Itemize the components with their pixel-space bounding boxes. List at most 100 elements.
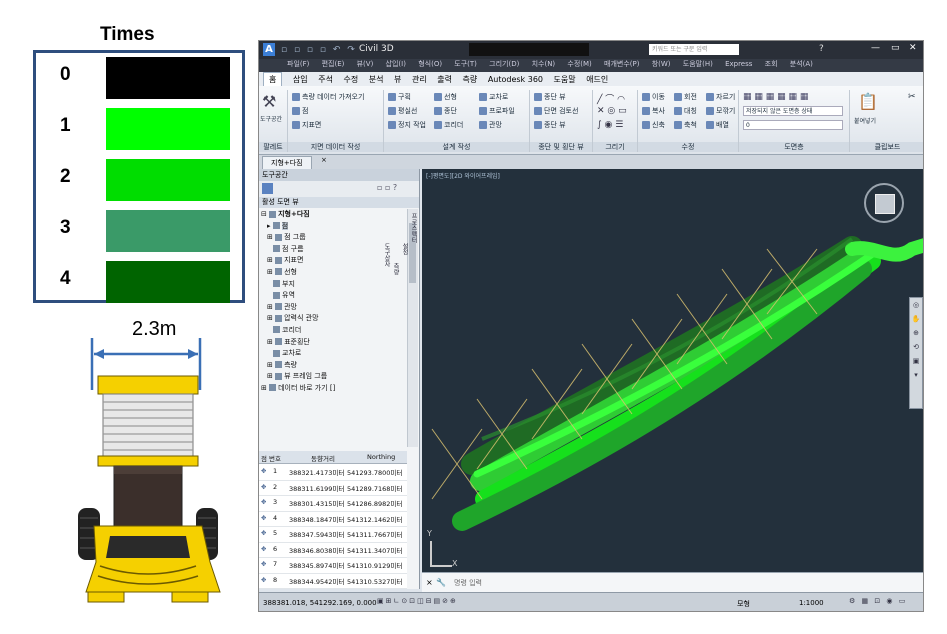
search-input[interactable]: 키워드 또는 구문 입력 (649, 44, 739, 55)
rotate-button[interactable]: 회전 (674, 92, 697, 102)
close-icon[interactable]: ✕ (909, 43, 917, 53)
maximize-icon[interactable]: ▭ (891, 43, 900, 53)
menu-item[interactable]: 삽입(I) (386, 60, 406, 68)
scale-button[interactable]: 축척 (674, 120, 697, 130)
sample-lines-button[interactable]: 단면 검토선 (534, 106, 578, 116)
table-row[interactable]: ✥ 6 388346.8038미터 541311.3407미터 (259, 542, 407, 558)
side-tab-prospector[interactable]: 프로스펙터 (409, 213, 418, 273)
tab-view[interactable]: 뷰 (394, 75, 401, 84)
stretch-button[interactable]: 신축 (642, 120, 665, 130)
menu-item[interactable]: 수정(M) (567, 60, 591, 68)
status-tray-icons[interactable]: ⚙ ▦ ⊡ ◉ ▭ (849, 597, 907, 605)
close-icon[interactable]: × (426, 578, 433, 587)
surfaces-button[interactable]: 지표면 (292, 120, 321, 130)
tab-manage[interactable]: 관리 (412, 75, 427, 84)
menu-item[interactable]: 치수(N) (532, 60, 556, 68)
table-row[interactable]: ✥ 7 388345.8974미터 541310.9129미터 (259, 557, 407, 574)
tree-item[interactable]: ⊞ 관망 (261, 302, 406, 314)
cut-icon[interactable]: ✂ (908, 92, 916, 102)
alignment-button[interactable]: 선형 (434, 92, 457, 102)
drafting-toggles[interactable]: ▣⊞∟⊙⊡◫⊟▤⊘⊕ (377, 597, 458, 605)
draw-tools[interactable]: ∫ ◉ ☰ (597, 120, 623, 130)
table-row[interactable]: ✥ 4 388348.1847미터 541312.1462미터 (259, 511, 407, 527)
layer-state-select[interactable]: 저장되지 않은 도면층 상태 (743, 106, 843, 116)
minimize-icon[interactable]: — (871, 43, 880, 53)
parcel-button[interactable]: 구획 (388, 92, 411, 102)
menu-item[interactable]: 파일(F) (287, 60, 309, 68)
table-row[interactable]: ✥ 5 388347.5943미터 541311.7667미터 (259, 526, 407, 543)
tree-item[interactable]: ▸ 점 (261, 221, 406, 233)
tab-analyze[interactable]: 분석 (369, 75, 384, 84)
feature-line-button[interactable]: 평실선 (388, 106, 417, 116)
tab-modify[interactable]: 수정 (343, 75, 358, 84)
tree-item[interactable]: ⊟ 지형+다짐 (261, 209, 406, 221)
pipe-network-button[interactable]: 관망 (479, 120, 502, 130)
tab-insert[interactable]: 삽입 (293, 75, 308, 84)
toolspace-button[interactable]: 도구공간 (260, 114, 282, 123)
intersection-button[interactable]: 교차로 (479, 92, 508, 102)
draw-tools[interactable]: ✕ ◎ ▭ (597, 106, 627, 116)
tree-item[interactable]: 코리더 (261, 325, 406, 337)
menu-item[interactable]: 편집(E) (322, 60, 345, 68)
copy-button[interactable]: 복사 (642, 106, 665, 116)
grading-button[interactable]: 정지 작업 (388, 120, 426, 130)
tab-survey[interactable]: 측량 (463, 75, 478, 84)
paste-icon[interactable]: 📋 (858, 92, 878, 111)
trim-button[interactable]: 자르기 (706, 92, 735, 102)
tree-item[interactable]: ⊞ 측량 (261, 360, 406, 372)
side-tab-survey[interactable]: 측량 (391, 263, 400, 323)
wrench-icon[interactable]: 🔧 (436, 578, 446, 587)
table-row[interactable]: ✥ 1 388321.4173미터 541293.7800미터 (259, 464, 407, 481)
menu-item[interactable]: 도움말(H) (683, 60, 713, 68)
move-button[interactable]: 이동 (642, 92, 665, 102)
menu-item[interactable]: 도구(T) (454, 60, 477, 68)
menu-item[interactable]: 뷰(V) (357, 60, 374, 68)
tree-item[interactable]: ⊞ 데이터 바로 가기 [] (261, 383, 406, 395)
mirror-button[interactable]: 대칭 (674, 106, 697, 116)
toolspace-icon[interactable]: ⚒ (262, 92, 276, 111)
profile-button[interactable]: 종단 (434, 106, 457, 116)
navigation-bar[interactable]: ◎ ✋ ⊕ ⟲ ▣ ▾ (909, 297, 923, 409)
layer-tools[interactable]: ▦ ▦ ▦ ▦ ▦ ▦ (743, 92, 808, 102)
quick-access-toolbar[interactable]: ▫ ▫ ▫ ▫ ↶ ↷ (281, 45, 357, 55)
column-header[interactable]: 동향거리 (311, 453, 355, 463)
tab-output[interactable]: 출력 (437, 75, 452, 84)
menu-item[interactable]: 형식(O) (418, 60, 442, 68)
column-header[interactable]: Northing (367, 453, 407, 461)
tab-autodesk360[interactable]: Autodesk 360 (488, 75, 543, 84)
tab-home[interactable]: 홈 (263, 72, 283, 86)
paste-button[interactable]: 붙여넣기 (854, 116, 876, 125)
profile-view-button[interactable]: 종단 뷰 (534, 92, 566, 102)
toolspace-tool-icons[interactable]: ▫ ▫ ? (377, 183, 397, 192)
menu-item[interactable]: 분석(A) (790, 60, 813, 68)
array-button[interactable]: 배열 (706, 120, 729, 130)
menu-item[interactable]: Express (725, 60, 752, 68)
points-button[interactable]: 점 (292, 106, 308, 116)
menu-item[interactable]: 조회 (765, 60, 778, 68)
table-row[interactable]: ✥ 8 388344.9542미터 541310.5327미터 (259, 573, 407, 589)
section-view-button[interactable]: 종단 뷰 (534, 120, 566, 130)
toolspace-menu-icon[interactable] (262, 183, 273, 194)
close-icon[interactable]: × (321, 156, 327, 164)
tab-help[interactable]: 도움말 (554, 75, 576, 84)
current-layer-select[interactable]: 0 (743, 120, 843, 130)
tree-item[interactable]: ⊞ 표준횡단 (261, 337, 406, 349)
tab-annotate[interactable]: 주석 (318, 75, 333, 84)
corridor-button[interactable]: 코리더 (434, 120, 463, 130)
table-row[interactable]: ✥ 2 388311.6199미터 541289.7168미터 (259, 480, 407, 496)
table-row[interactable]: ✥ 3 388301.4315미터 541286.8982미터 (259, 495, 407, 512)
side-tab-toolbox[interactable]: 도구상자 (382, 243, 391, 303)
app-logo-icon[interactable]: A (263, 43, 275, 56)
tab-addins[interactable]: 애드인 (586, 75, 608, 84)
draw-tools[interactable]: ╱ ⌒ ◠ (597, 92, 625, 105)
tree-item[interactable]: ⊞ 압력식 관망 (261, 313, 406, 325)
drawing-viewport[interactable]: [-]평면도][2D 와이어프레임] Y X ◎ ✋ ⊕ ⟲ ▣ ▾ (422, 169, 923, 572)
import-survey-data-button[interactable]: 측량 데이터 가져오기 (292, 92, 364, 102)
assembly-button[interactable]: 프로파일 (479, 106, 515, 116)
fillet-button[interactable]: 모깎기 (706, 106, 735, 116)
model-button[interactable]: 모형 (737, 599, 750, 609)
column-header[interactable]: 점 번호 (261, 453, 287, 463)
toolspace-view-select[interactable]: 활성 도면 뷰 (259, 197, 419, 208)
annotation-scale[interactable]: 1:1000 (799, 599, 824, 607)
menu-item[interactable]: 매개변수(P) (604, 60, 639, 68)
